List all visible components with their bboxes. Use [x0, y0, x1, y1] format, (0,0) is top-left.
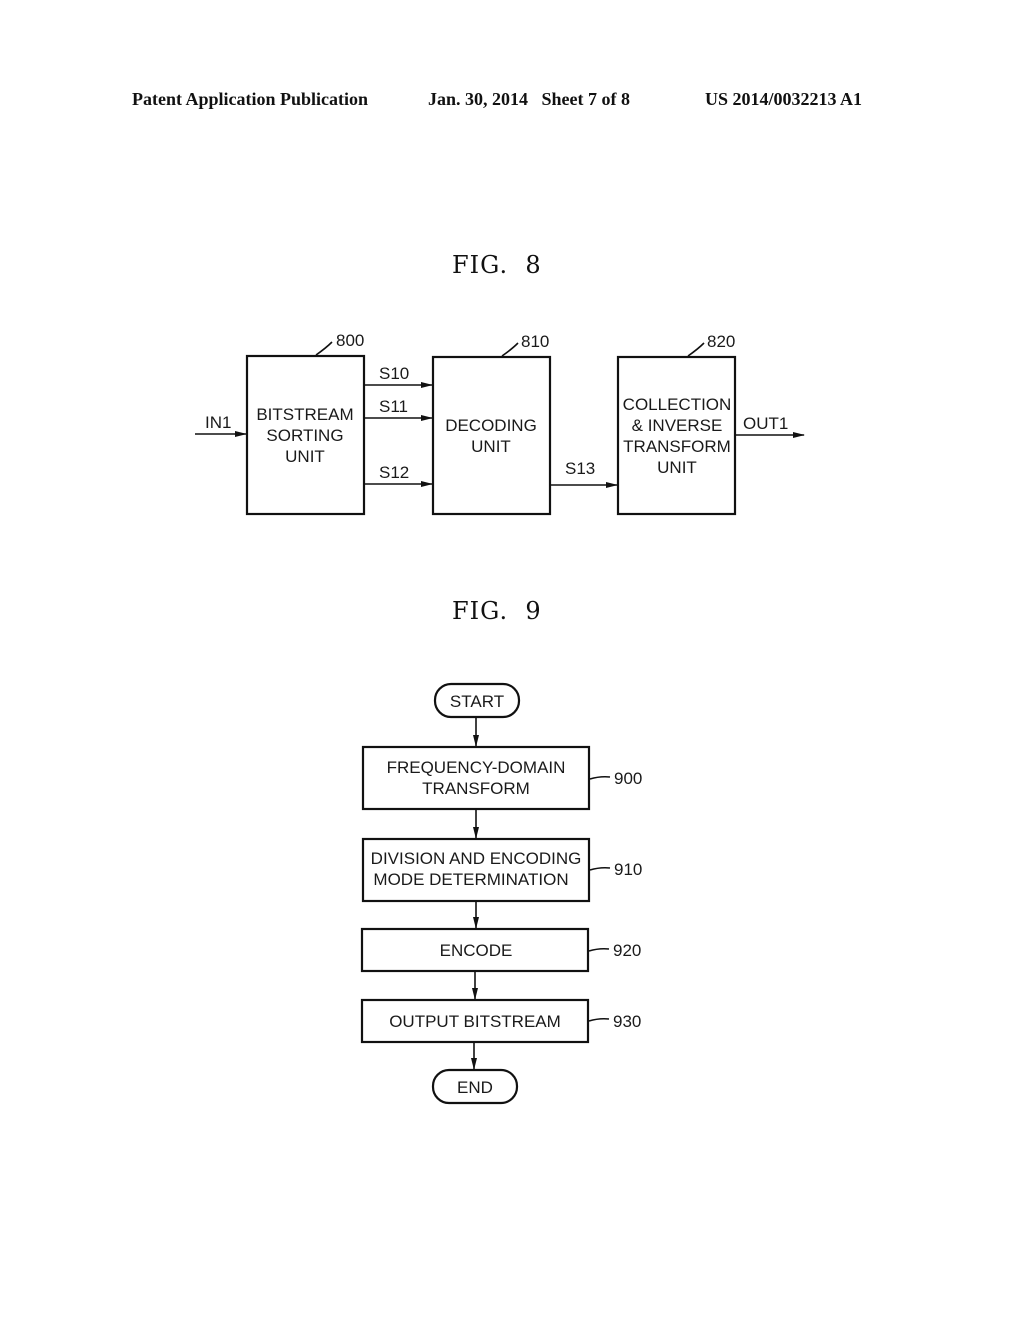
ref-920-leader — [588, 947, 610, 952]
step-900-line-2: TRANSFORM — [422, 779, 530, 798]
fig9-flowchart: START FREQUENCY-DOMAIN TRANSFORM 900 DIV… — [360, 682, 642, 1105]
out1-label: OUT1 — [743, 414, 788, 433]
step-930-line-1: OUTPUT BITSTREAM — [389, 1012, 561, 1031]
s11-label: S11 — [379, 397, 408, 416]
block-810-line-1: DECODING — [445, 416, 537, 435]
ref-920: 920 — [613, 941, 641, 960]
end-label: END — [457, 1078, 493, 1097]
ref-910: 910 — [614, 860, 642, 879]
s10-label: S10 — [379, 364, 409, 383]
ref-810: 810 — [521, 332, 549, 351]
ref-820-leader — [687, 342, 705, 357]
ref-800-leader — [315, 341, 333, 356]
block-800-line-1: BITSTREAM — [256, 405, 353, 424]
ref-810-leader — [501, 342, 519, 357]
ref-910-leader — [589, 866, 611, 871]
s12-label: S12 — [379, 463, 409, 482]
block-800-line-2: SORTING — [266, 426, 343, 445]
block-820-line-1: COLLECTION — [623, 395, 732, 414]
decoding-unit-block — [431, 355, 552, 516]
ref-800: 800 — [336, 331, 364, 350]
ref-900-leader — [589, 775, 611, 780]
step-910-line-2: MODE DETERMINATION — [373, 870, 568, 889]
start-label: START — [450, 692, 504, 711]
ref-930: 930 — [613, 1012, 641, 1031]
block-820-line-4: UNIT — [657, 458, 697, 477]
ref-900: 900 — [614, 769, 642, 788]
diagram-canvas: IN1 BITSTREAM SORTING UNIT 800 S10 S11 S… — [195, 331, 805, 1105]
step-910-line-1: DIVISION AND ENCODING — [371, 849, 582, 868]
ref-930-leader — [588, 1017, 610, 1022]
block-800-line-3: UNIT — [285, 447, 325, 466]
block-810-line-2: UNIT — [471, 437, 511, 456]
step-900-line-1: FREQUENCY-DOMAIN — [387, 758, 566, 777]
block-820-line-2: & INVERSE — [632, 416, 723, 435]
collection-inverse-transform-unit-block — [616, 355, 737, 516]
s13-label: S13 — [565, 459, 595, 478]
step-920-line-1: ENCODE — [440, 941, 513, 960]
block-820-line-3: TRANSFORM — [623, 437, 731, 456]
fig8-block-diagram: IN1 BITSTREAM SORTING UNIT 800 S10 S11 S… — [195, 331, 805, 516]
ref-820: 820 — [707, 332, 735, 351]
step-900-box — [361, 745, 591, 811]
in1-label: IN1 — [205, 413, 231, 432]
